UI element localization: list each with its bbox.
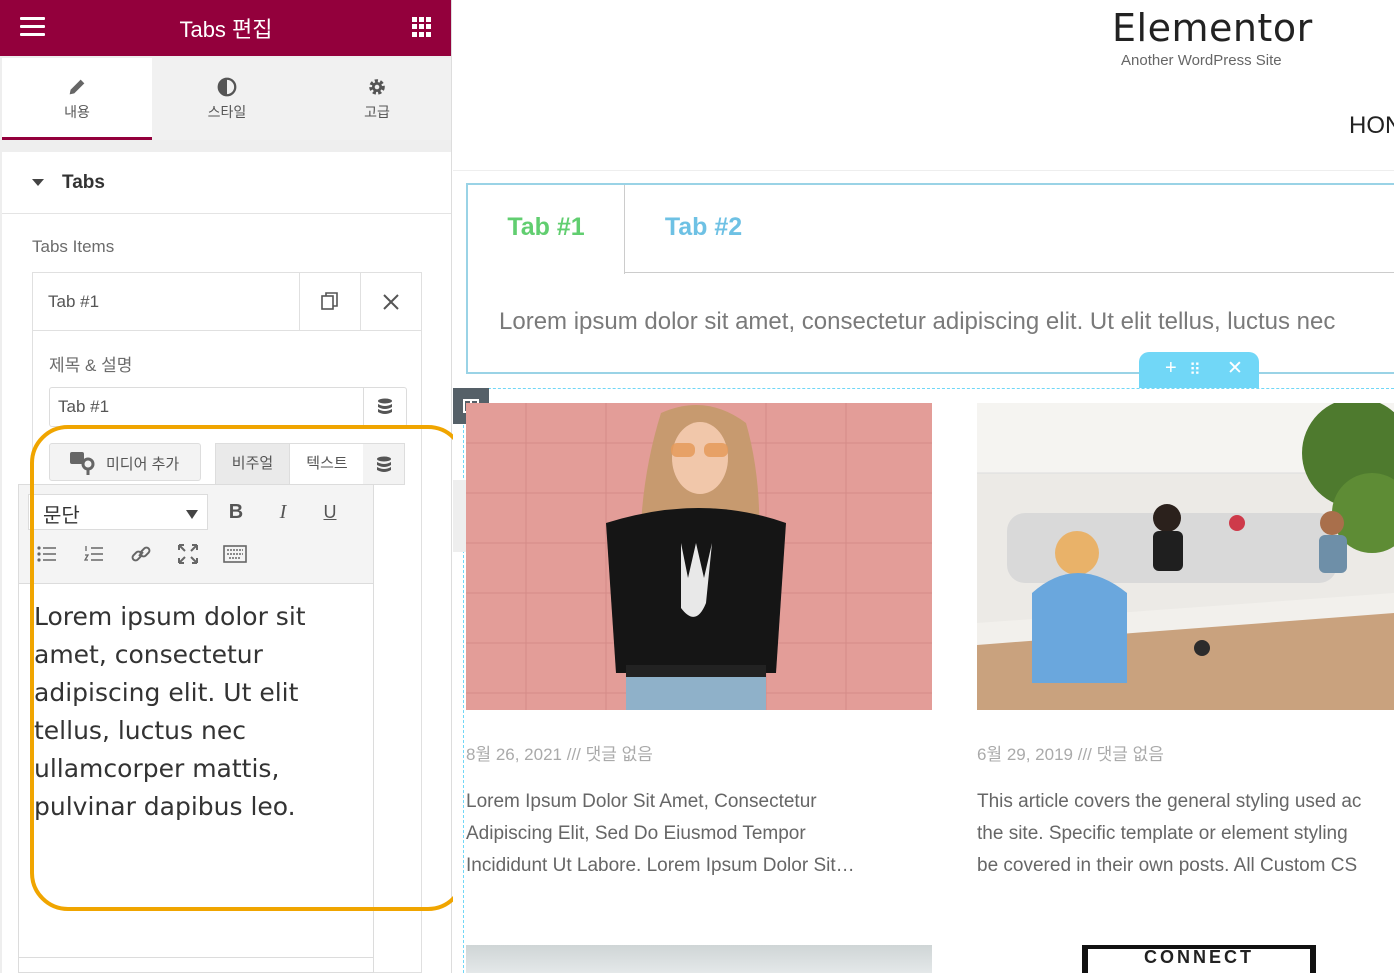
post-image-2[interactable] (977, 403, 1394, 710)
editor-content[interactable]: Lorem ipsum dolor sit amet, consectetur … (34, 598, 364, 826)
visual-mode-tab[interactable]: 비주얼 (216, 444, 290, 485)
site-title[interactable]: Elementor (1112, 6, 1313, 50)
delete-section-icon[interactable]: ✕ (1227, 357, 1243, 380)
database-icon (378, 398, 392, 414)
tabs-items-label: Tabs Items (32, 237, 115, 256)
wysiwyg-editor[interactable]: Lorem ipsum dolor sit amet, consectetur … (18, 584, 374, 973)
add-media-label: 미디어 추가 (106, 456, 180, 473)
keyboard-icon (223, 545, 247, 563)
editor-bar: 미디어 추가 비주얼 텍스트 (49, 441, 407, 485)
dropdown-arrow-icon (186, 510, 198, 519)
close-icon (383, 294, 399, 310)
tab-2[interactable]: Tab #2 (625, 185, 782, 274)
widgets-grid-icon[interactable] (412, 17, 432, 37)
tab-content[interactable]: 내용 (2, 58, 152, 140)
numbered-list-icon (83, 546, 103, 561)
format-select-value: 문단 (43, 505, 80, 527)
copy-icon (321, 292, 338, 310)
field-label: 제목 & 설명 (49, 356, 133, 375)
tab-content-text: Lorem ipsum dolor sit amet, consectetur … (499, 308, 1336, 335)
format-select[interactable]: 문단 (28, 494, 208, 530)
drag-handle-icon[interactable]: ⠿ (1189, 360, 1202, 380)
panel-title: Tabs 편집 (179, 17, 273, 42)
office-photo (977, 403, 1394, 710)
post-excerpt-line: Adipiscing Elit, Sed Do Eiusmod Tempor (466, 823, 806, 844)
post-meta-2: 6월 29, 2019 /// 댓글 없음 (977, 745, 1164, 764)
post-excerpt-line: Incididunt Ut Labore. Lorem Ipsum Dolor … (466, 855, 855, 876)
media-icon (70, 452, 95, 475)
fullscreen-icon (178, 544, 198, 564)
site-tagline: Another WordPress Site (1121, 52, 1282, 69)
post-meta-1: 8월 26, 2021 /// 댓글 없음 (466, 745, 653, 764)
text-mode-tab[interactable]: 텍스트 (290, 444, 364, 485)
caret-down-icon (32, 179, 44, 186)
post-image-3[interactable] (466, 945, 932, 973)
tab-style[interactable]: 스타일 (152, 58, 302, 140)
post-image-4[interactable]: CONNECT (1082, 945, 1316, 973)
repeater-item-header[interactable]: Tab #1 (33, 273, 421, 331)
underline-button[interactable]: U (315, 497, 345, 527)
post-excerpt-line: This article covers the general styling … (977, 791, 1362, 812)
editor-toolbar: 문단 B I U (18, 484, 374, 584)
tab-advanced[interactable]: 고급 (302, 58, 451, 140)
connect-sign-text: CONNECT (1144, 947, 1254, 967)
post-excerpt-1: Lorem Ipsum Dolor Sit Amet, Consectetur … (466, 786, 855, 882)
section-handle: + ⠿ ✕ (1139, 352, 1259, 388)
tabs-widget[interactable]: Tab #1 Tab #2 Lorem ipsum dolor sit amet… (466, 183, 1394, 374)
header-divider (453, 170, 1394, 171)
add-section-icon[interactable]: + (1165, 357, 1177, 380)
contrast-icon (217, 77, 237, 97)
post-excerpt-line: be covered in their own posts. All Custo… (977, 855, 1358, 876)
post-excerpt-2: This article covers the general styling … (977, 786, 1361, 882)
gear-icon (369, 79, 385, 95)
dynamic-tags-button[interactable] (363, 388, 406, 426)
repeater-item-title: Tab #1 (48, 292, 100, 311)
link-button[interactable] (126, 539, 156, 569)
pencil-icon (69, 79, 85, 95)
editor-mode-tabs: 비주얼 텍스트 (215, 443, 364, 485)
numbered-list-button[interactable] (79, 539, 109, 569)
duplicate-button[interactable] (299, 273, 360, 331)
controls-area: Tabs Items Tab #1 제목 & 설명 미디어 추가 (2, 214, 451, 973)
preview-canvas: Elementor Another WordPress Site HON Tab… (453, 0, 1394, 973)
post-image-1[interactable] (466, 403, 932, 710)
italic-button[interactable]: I (268, 497, 298, 527)
editor-dynamic-tags-button[interactable] (363, 443, 405, 485)
panel-header: Tabs 편집 (0, 0, 451, 56)
bullet-list-button[interactable] (32, 539, 62, 569)
section-title: Tabs (62, 172, 105, 193)
editor-panel: Tabs 편집 내용 스타일 고급 Tabs Tabs Items Tab #1 (0, 0, 452, 973)
bullet-list-icon (37, 546, 56, 562)
nav-item-home[interactable]: HON (1349, 112, 1394, 140)
bold-button[interactable]: B (221, 497, 251, 527)
tab-1[interactable]: Tab #1 (468, 185, 625, 274)
post-excerpt-line: Lorem Ipsum Dolor Sit Amet, Consectetur (466, 791, 817, 812)
add-media-button[interactable]: 미디어 추가 (49, 443, 201, 481)
woman-photo (466, 403, 932, 710)
panel-tabs: 내용 스타일 고급 (2, 58, 451, 140)
post-excerpt-line: the site. Specific template or element s… (977, 823, 1348, 844)
tab-content-label: 내용 (64, 104, 90, 120)
tab-title-input[interactable] (49, 387, 407, 427)
database-icon (377, 456, 391, 472)
tab-divider (625, 272, 1394, 273)
link-icon (131, 546, 151, 562)
section-border (453, 388, 1394, 389)
tab-style-label: 스타일 (207, 104, 247, 120)
tab-advanced-label: 고급 (364, 104, 390, 120)
editor-footer (19, 957, 373, 958)
remove-button[interactable] (360, 273, 421, 331)
toolbar-toggle-button[interactable] (220, 539, 250, 569)
section-tabs-toggle[interactable]: Tabs (2, 152, 451, 214)
fullscreen-button[interactable] (173, 539, 203, 569)
